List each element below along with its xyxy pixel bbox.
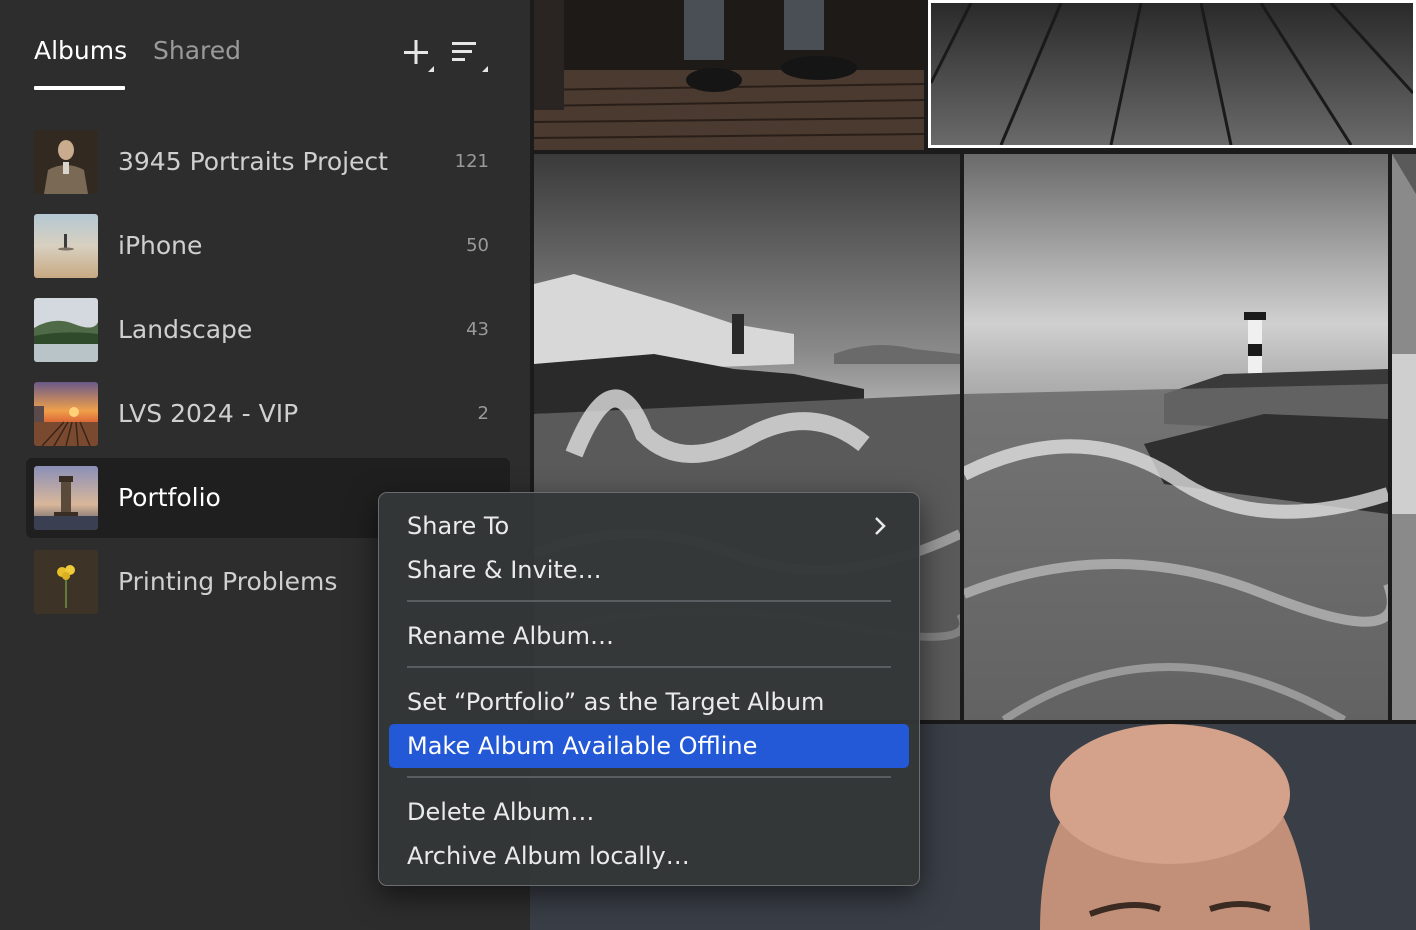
menu-item-label: Set “Portfolio” as the Target Album — [407, 688, 825, 716]
album-name: Printing Problems — [118, 567, 338, 596]
menu-separator — [407, 776, 891, 778]
album-row-landscape[interactable]: Landscape 43 — [26, 290, 510, 370]
photo-boardwalk-feet[interactable] — [534, 0, 924, 150]
album-name: LVS 2024 - VIP — [118, 399, 299, 428]
album-count: 43 — [466, 319, 489, 340]
album-context-menu: Share To Share & Invite… Rename Album… S… — [378, 492, 920, 886]
tab-albums[interactable]: Albums — [34, 28, 127, 74]
plus-icon — [404, 40, 434, 72]
menu-item-share-to[interactable]: Share To — [389, 504, 909, 548]
album-thumbnail-beach — [34, 214, 98, 278]
menu-item-label: Rename Album… — [407, 622, 614, 650]
album-thumbnail-lighthouse — [34, 466, 98, 530]
album-count: 2 — [477, 403, 489, 424]
album-row-lvs-2024-vip[interactable]: LVS 2024 - VIP 2 — [26, 374, 510, 454]
album-thumbnail-lake — [34, 298, 98, 362]
album-thumbnail-flower — [34, 550, 98, 614]
album-name: Portfolio — [118, 483, 221, 512]
menu-item-label: Share & Invite… — [407, 556, 602, 584]
menu-item-make-available-offline[interactable]: Make Album Available Offline — [389, 724, 909, 768]
album-row-3945-portraits-project[interactable]: 3945 Portraits Project 121 — [26, 122, 510, 202]
menu-item-share-invite[interactable]: Share & Invite… — [389, 548, 909, 592]
menu-item-label: Delete Album… — [407, 798, 595, 826]
menu-item-rename-album[interactable]: Rename Album… — [389, 614, 909, 658]
album-name: iPhone — [118, 231, 203, 260]
menu-item-label: Share To — [407, 512, 510, 540]
album-thumbnail-portrait — [34, 130, 98, 194]
menu-item-label: Archive Album locally… — [407, 842, 690, 870]
album-thumbnail-sunset — [34, 382, 98, 446]
menu-separator — [407, 600, 891, 602]
menu-item-set-target-album[interactable]: Set “Portfolio” as the Target Album — [389, 680, 909, 724]
album-row-iphone[interactable]: iPhone 50 — [26, 206, 510, 286]
sort-lines-icon — [452, 42, 488, 72]
photo-lighthouse-coast[interactable] — [964, 154, 1388, 720]
add-album-button[interactable] — [400, 36, 436, 72]
menu-item-archive-locally[interactable]: Archive Album locally… — [389, 834, 909, 878]
photo-edge-partial[interactable] — [1392, 154, 1416, 720]
menu-item-label: Make Album Available Offline — [407, 732, 758, 760]
sort-albums-button[interactable] — [452, 36, 488, 72]
album-count: 121 — [454, 151, 489, 172]
active-tab-indicator — [34, 86, 125, 90]
album-name: 3945 Portraits Project — [118, 147, 388, 176]
photo-wooden-planks[interactable] — [928, 0, 1416, 148]
album-count: 50 — [466, 235, 489, 256]
album-name: Landscape — [118, 315, 253, 344]
menu-separator — [407, 666, 891, 668]
tab-shared[interactable]: Shared — [153, 28, 241, 74]
menu-item-delete-album[interactable]: Delete Album… — [389, 790, 909, 834]
chevron-right-icon — [875, 517, 886, 535]
